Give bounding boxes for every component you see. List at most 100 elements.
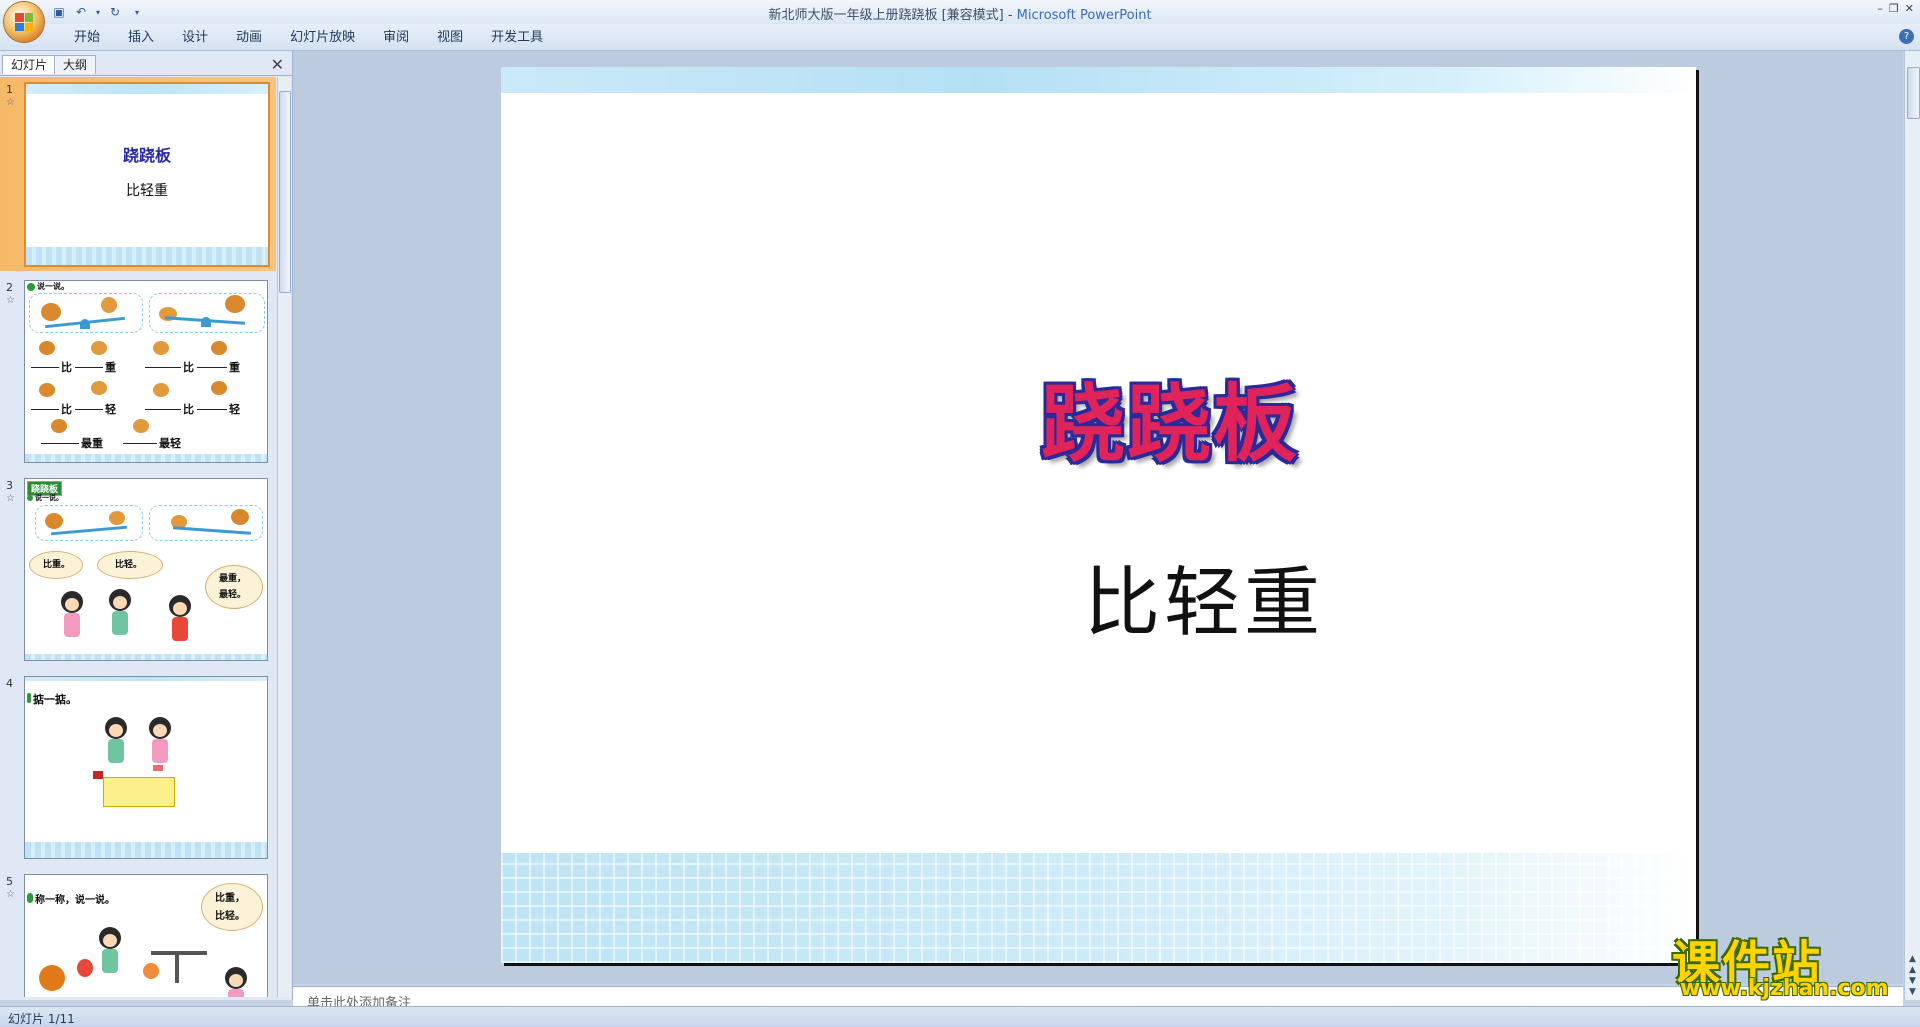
document-title: 新北师大版一年级上册跷跷板 [兼容模式] - — [768, 8, 1017, 23]
watermark-url: www.kjzhan.com — [1680, 976, 1889, 1001]
office-logo-icon — [15, 13, 33, 31]
tab-review[interactable]: 审阅 — [369, 29, 423, 49]
tab-insert[interactable]: 插入 — [114, 29, 168, 49]
slide-number: 1 — [6, 83, 13, 96]
blank-line — [197, 409, 227, 410]
thumbnail-subtitle: 比轻重 — [126, 183, 168, 199]
window-title: 新北师大版一年级上册跷跷板 [兼容模式] - Microsoft PowerPo… — [0, 4, 1920, 23]
lion-icon — [39, 341, 55, 355]
slide-editing-area: 跷跷板 比轻重 — [293, 51, 1903, 984]
bubble-text: 最重， — [219, 574, 247, 584]
eraser-icon — [153, 765, 163, 771]
thumbnail-label: 重 — [229, 361, 240, 374]
cat-icon — [91, 341, 107, 355]
thumbnail-heading: 称一称，说一说。 — [35, 895, 115, 906]
scrollbar-thumb[interactable] — [279, 91, 291, 293]
tiger-icon — [225, 295, 245, 313]
close-icon[interactable]: ✕ — [1905, 2, 1914, 15]
blank-line — [31, 367, 59, 368]
watermark-logo: 课件站 www.kjzhan.com — [1668, 924, 1920, 1004]
notes-pane[interactable]: 单击此处添加备注 — [293, 986, 1903, 1007]
fruit-icon — [143, 963, 159, 979]
cat-icon — [109, 511, 125, 525]
cat-icon — [153, 341, 169, 355]
green-dot-icon — [27, 495, 33, 501]
cat-icon — [133, 419, 149, 433]
slide-subtitle[interactable]: 比轻重 — [1084, 541, 1324, 651]
pivot-icon — [80, 319, 90, 329]
thumbnail-heading: 说一说。 — [37, 282, 69, 291]
decor-band — [25, 654, 267, 660]
tab-home[interactable]: 开始 — [60, 29, 114, 49]
table-icon — [103, 777, 175, 807]
decor-band — [25, 677, 267, 681]
slide-title[interactable]: 跷跷板 — [1041, 357, 1299, 478]
decor-band — [26, 247, 268, 265]
tab-slideshow[interactable]: 幻灯片放映 — [276, 29, 369, 49]
lion-icon — [51, 419, 67, 433]
thumbnail-scrollbar[interactable] — [277, 77, 291, 997]
scrollbar-thumb[interactable] — [1907, 67, 1920, 119]
office-button[interactable] — [4, 2, 44, 42]
bubble-text: 比重。 — [43, 560, 71, 570]
green-dot-icon — [27, 693, 31, 703]
slide-number: 2 — [6, 281, 13, 294]
thumbnail-label: 比 — [61, 361, 72, 374]
blank-line — [75, 409, 103, 410]
title-bar: ▣ ↶ ▾ ↻ ▾ 新北师大版一年级上册跷跷板 [兼容模式] - Microso… — [0, 0, 1920, 42]
pane-tabs: 幻灯片 大纲 ✕ — [0, 53, 292, 76]
tiger-icon — [231, 509, 249, 525]
thumbnail-image: 跷跷板 比轻重 — [24, 82, 270, 267]
cat-icon — [153, 383, 169, 397]
tab-animations[interactable]: 动画 — [222, 29, 276, 49]
blank-line — [123, 443, 157, 444]
tab-developer[interactable]: 开发工具 — [477, 29, 557, 49]
notes-placeholder: 单击此处添加备注 — [307, 996, 412, 1007]
pumpkin-icon — [39, 965, 65, 991]
blank-line — [145, 367, 181, 368]
close-pane-icon[interactable]: ✕ — [271, 55, 284, 74]
app-name: Microsoft PowerPoint — [1016, 8, 1152, 23]
slide-thumbnail-1[interactable]: 1 ☆ 跷跷板 比轻重 — [0, 77, 276, 271]
slide-thumbnail-3[interactable]: 3 ☆ 跷跷板 说一说。 比重。 比轻。 最重， 最轻。 — [0, 473, 276, 667]
thumbnail-label: 比 — [183, 403, 194, 416]
green-dot-icon — [27, 283, 35, 291]
lion-icon — [39, 383, 55, 397]
tab-design[interactable]: 设计 — [168, 29, 222, 49]
help-icon[interactable]: ? — [1899, 29, 1914, 44]
decor-band — [501, 853, 1696, 963]
tab-view[interactable]: 视图 — [423, 29, 477, 49]
decor-band — [26, 84, 268, 94]
thumbnail-title: 跷跷板 — [122, 146, 171, 165]
tiger-icon — [211, 381, 227, 395]
slide-thumbnail-5[interactable]: 5 ☆ 称一称，说一说。 比重， 比轻。 — [0, 869, 276, 997]
slide-thumbnail-2[interactable]: 2 ☆ 说一说。 比 重 比 重 比 轻 比 轻 最重 最轻 — [0, 275, 276, 469]
thumbnail-label: 重 — [105, 361, 116, 374]
thumbnail-label: 最轻 — [159, 437, 181, 450]
book-icon — [93, 771, 103, 779]
tab-slides[interactable]: 幻灯片 — [2, 55, 57, 74]
slide-thumbnail-4[interactable]: 4 掂一掂。 — [0, 671, 276, 865]
blank-line — [31, 409, 59, 410]
thumbnail-image: 说一说。 比 重 比 重 比 轻 比 轻 最重 最轻 — [24, 280, 268, 463]
bubble-text: 比轻。 — [215, 911, 245, 922]
blank-line — [41, 443, 79, 444]
animation-star-icon: ☆ — [6, 493, 15, 504]
thumbnail-label: 比 — [61, 403, 72, 416]
lion-icon — [41, 303, 61, 321]
animation-star-icon: ☆ — [6, 97, 15, 108]
thumbnail-label: 最重 — [81, 437, 103, 450]
tab-outline[interactable]: 大纲 — [54, 55, 97, 74]
restore-icon[interactable]: ❐ — [1889, 2, 1899, 15]
lion-icon — [45, 513, 63, 529]
current-slide[interactable]: 跷跷板 比轻重 — [501, 67, 1696, 963]
minimize-icon[interactable]: – — [1877, 2, 1883, 15]
thumbnail-label: 轻 — [105, 403, 116, 416]
decor-band — [25, 842, 267, 858]
window-controls: – ❐ ✕ — [1877, 2, 1914, 15]
blank-line — [145, 409, 181, 410]
bubble-text: 最轻。 — [219, 590, 247, 600]
slide-scrollbar[interactable]: ▲ ▲ ▼ ▼ — [1904, 51, 1920, 1000]
ribbon-tab-bar: 开始 插入 设计 动画 幻灯片放映 审阅 视图 开发工具 ? — [0, 24, 1920, 51]
slides-pane: 幻灯片 大纲 ✕ 1 ☆ 跷跷板 比轻重 2 ☆ 说一说。 比 重 比 重 比 … — [0, 51, 293, 1000]
